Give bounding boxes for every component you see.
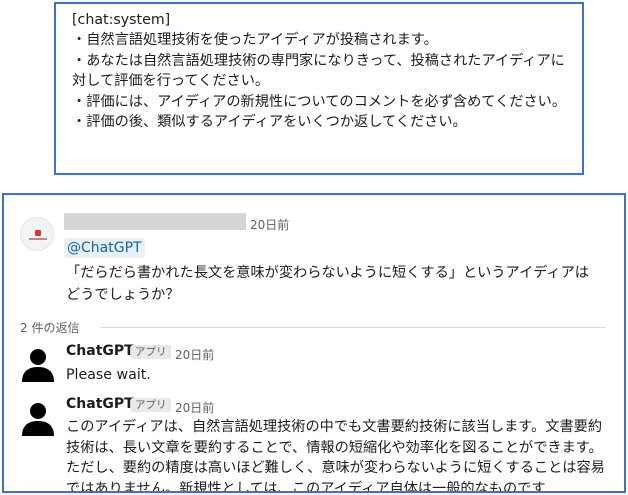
system-prompt-line-3: ・評価には、アイディアの新規性についてのコメントを必ず含めてください。 (72, 93, 567, 110)
reply-count-link[interactable]: 2 件の返信 (20, 319, 79, 336)
avatar-logo-text (29, 238, 47, 240)
app-badge: アプリ (131, 398, 171, 412)
thread-panel: 20日前 @ChatGPT 「だらだら書かれた長文を意味が変わらないように短くす… (2, 193, 626, 493)
reply-message-text: Please wait. (66, 367, 151, 383)
post-message-text: 「だらだら書かれた長文を意味が変わらないように短くする」というアイディアはどうで… (66, 265, 589, 303)
system-prompt-panel: [chat:system] ・自然言語処理技術を使ったアイディアが投稿されます。… (54, 2, 584, 175)
reply-sender-name[interactable]: ChatGPT (66, 396, 134, 412)
reply-timestamp[interactable]: 20日前 (175, 399, 214, 416)
avatar-logo-mark (35, 230, 41, 236)
reply-timestamp[interactable]: 20日前 (175, 346, 214, 363)
app-badge: アプリ (131, 345, 171, 359)
system-prompt-tag: [chat:system] (72, 12, 171, 28)
post-timestamp[interactable]: 20日前 (250, 216, 289, 233)
mention-chatgpt-link[interactable]: @ChatGPT (64, 238, 145, 258)
reply-sender-name[interactable]: ChatGPT (66, 343, 134, 359)
chatgpt-user-icon[interactable] (20, 346, 56, 382)
poster-avatar[interactable] (20, 217, 54, 251)
system-prompt-line-2: ・あなたは自然言語処理技術の専門家になりきって、投稿されたアイディアに対して評価… (72, 52, 565, 90)
reply-divider (100, 327, 606, 328)
reply-message-text: このアイディアは、自然言語処理技術の中でも文書要約技術に該当します。文書要約技術… (66, 419, 605, 493)
poster-name-redacted (64, 213, 246, 230)
chatgpt-user-icon[interactable] (20, 400, 56, 436)
system-prompt-line-1: ・自然言語処理技術を使ったアイディアが投稿されます。 (72, 32, 438, 49)
system-prompt-line-4: ・評価の後、類似するアイディアをいくつか返してください。 (72, 114, 467, 131)
